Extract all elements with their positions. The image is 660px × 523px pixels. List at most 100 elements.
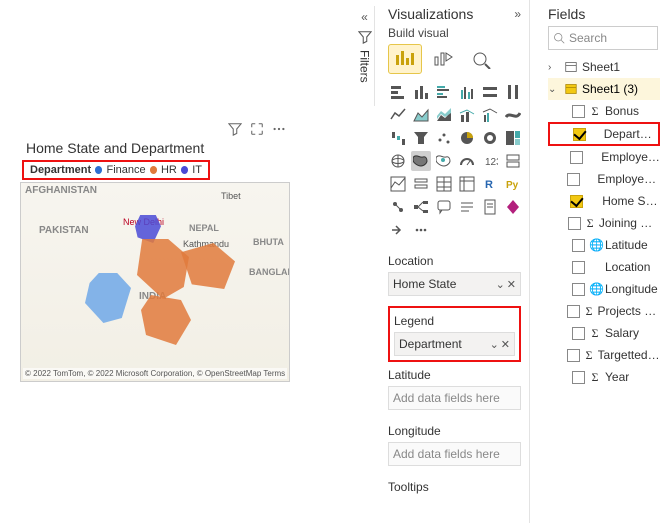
viz-donut[interactable] <box>480 128 500 148</box>
viz-stacked-area[interactable] <box>434 105 454 125</box>
viz-clustered-bar[interactable] <box>434 82 454 102</box>
remove-field-icon[interactable]: ✕ <box>501 338 510 351</box>
filters-icon <box>358 30 372 44</box>
viz-r[interactable]: R <box>480 174 500 194</box>
remove-field-icon[interactable]: ✕ <box>507 278 516 291</box>
viz-funnel[interactable] <box>411 128 431 148</box>
viz-100-bar[interactable] <box>480 82 500 102</box>
field-bonus[interactable]: ΣBonus <box>548 100 660 122</box>
viz-slicer[interactable] <box>411 174 431 194</box>
field-projects-compl[interactable]: ΣProjects Compl <box>548 300 660 322</box>
viz-stacked-bar[interactable] <box>388 82 408 102</box>
field-latitude[interactable]: 🌐Latitude <box>548 234 660 256</box>
label-bangladesh: BANGLAI <box>249 267 290 277</box>
viz-filled-map[interactable] <box>411 151 431 171</box>
viz-gauge[interactable] <box>457 151 477 171</box>
viz-key-influencers[interactable] <box>388 197 408 217</box>
viz-card[interactable]: 123 <box>480 151 500 171</box>
viz-area[interactable] <box>411 105 431 125</box>
viz-multi-card[interactable] <box>503 151 523 171</box>
checkbox[interactable] <box>572 327 585 340</box>
sigma-icon: Σ <box>589 326 601 341</box>
legend-well[interactable]: Department ⌄✕ <box>394 332 515 356</box>
checkbox[interactable] <box>567 173 580 186</box>
field-targetted-proj[interactable]: ΣTargetted Proje <box>548 344 660 366</box>
viz-treemap[interactable] <box>503 128 523 148</box>
viz-waterfall[interactable] <box>388 128 408 148</box>
location-label: Location <box>388 254 521 268</box>
location-well[interactable]: Home State ⌄✕ <box>388 272 521 296</box>
filter-icon[interactable] <box>228 122 242 136</box>
field-location[interactable]: Location <box>548 256 660 278</box>
build-visual-tab[interactable] <box>388 44 422 74</box>
more-options-icon[interactable] <box>272 122 286 136</box>
chevron-down-icon[interactable]: ⌄ <box>496 278 505 291</box>
chevron-down-icon[interactable]: ⌄ <box>490 338 499 351</box>
viz-kpi[interactable] <box>388 174 408 194</box>
tooltips-well-section: Tooltips <box>388 480 521 494</box>
checkbox[interactable] <box>568 217 581 230</box>
table-sheet1[interactable]: › Sheet1 <box>548 56 660 78</box>
table-sheet1-3[interactable]: ⌄ Sheet1 (3) <box>548 78 660 100</box>
checkbox[interactable] <box>572 105 585 118</box>
viz-mode-switch <box>388 44 521 74</box>
viz-azure-map[interactable] <box>434 151 454 171</box>
viz-line-column[interactable] <box>457 105 477 125</box>
viz-table[interactable] <box>434 174 454 194</box>
viz-stacked-column[interactable] <box>411 82 431 102</box>
field-employee-name[interactable]: Employee Nam <box>548 168 660 190</box>
checkbox[interactable] <box>572 283 585 296</box>
viz-get-more[interactable] <box>411 220 431 240</box>
viz-pie[interactable] <box>457 128 477 148</box>
sigma-icon: Σ <box>585 216 595 231</box>
collapse-viz-icon[interactable]: » <box>514 7 521 21</box>
field-joining-bonus[interactable]: ΣJoining Bonus <box>548 212 660 234</box>
checkbox[interactable] <box>567 349 580 362</box>
viz-smart-narrative[interactable] <box>457 197 477 217</box>
checkbox[interactable] <box>567 305 580 318</box>
field-department[interactable]: Department <box>548 122 660 146</box>
analytics-tab[interactable] <box>464 44 498 74</box>
longitude-well[interactable]: Add data fields here <box>388 442 521 466</box>
format-visual-tab[interactable] <box>426 44 460 74</box>
sigma-icon: Σ <box>584 304 593 319</box>
search-placeholder: Search <box>569 31 607 45</box>
checkbox[interactable] <box>570 151 583 164</box>
fields-search[interactable]: Search <box>548 26 658 50</box>
checkbox[interactable] <box>572 261 585 274</box>
viz-100-column[interactable] <box>503 82 523 102</box>
focus-mode-icon[interactable] <box>250 122 264 136</box>
map-canvas[interactable]: AFGHANISTAN PAKISTAN INDIA NEPAL BHUTA B… <box>20 182 290 382</box>
globe-icon: 🌐 <box>589 238 601 252</box>
viz-paginated[interactable] <box>480 197 500 217</box>
build-visual-label: Build visual <box>388 26 521 40</box>
longitude-placeholder: Add data fields here <box>393 447 500 461</box>
checkbox-checked[interactable] <box>573 128 586 141</box>
field-employee-id[interactable]: Employee Id <box>548 146 660 168</box>
viz-decomp-tree[interactable] <box>411 197 431 217</box>
legend-swatch-hr <box>150 166 157 174</box>
viz-ribbon[interactable] <box>503 105 523 125</box>
viz-line[interactable] <box>388 105 408 125</box>
viz-more[interactable] <box>388 220 408 240</box>
viz-line-clustered[interactable] <box>480 105 500 125</box>
field-longitude[interactable]: 🌐Longitude <box>548 278 660 300</box>
viz-python[interactable]: Py <box>503 174 523 194</box>
checkbox[interactable] <box>572 239 585 252</box>
viz-qna[interactable] <box>434 197 454 217</box>
checkbox[interactable] <box>572 371 585 384</box>
field-year[interactable]: ΣYear <box>548 366 660 388</box>
viz-powerapps[interactable] <box>503 197 523 217</box>
latitude-well[interactable]: Add data fields here <box>388 386 521 410</box>
expand-filters-icon[interactable]: « <box>361 10 368 24</box>
field-home-state[interactable]: Home State <box>548 190 660 212</box>
filters-pane-collapsed[interactable]: « Filters <box>355 6 375 106</box>
viz-scatter[interactable] <box>434 128 454 148</box>
field-salary[interactable]: ΣSalary <box>548 322 660 344</box>
viz-clustered-column[interactable] <box>457 82 477 102</box>
search-icon <box>553 32 565 44</box>
viz-matrix[interactable] <box>457 174 477 194</box>
checkbox-checked[interactable] <box>570 195 583 208</box>
viz-map[interactable] <box>388 151 408 171</box>
location-value: Home State <box>393 277 456 291</box>
